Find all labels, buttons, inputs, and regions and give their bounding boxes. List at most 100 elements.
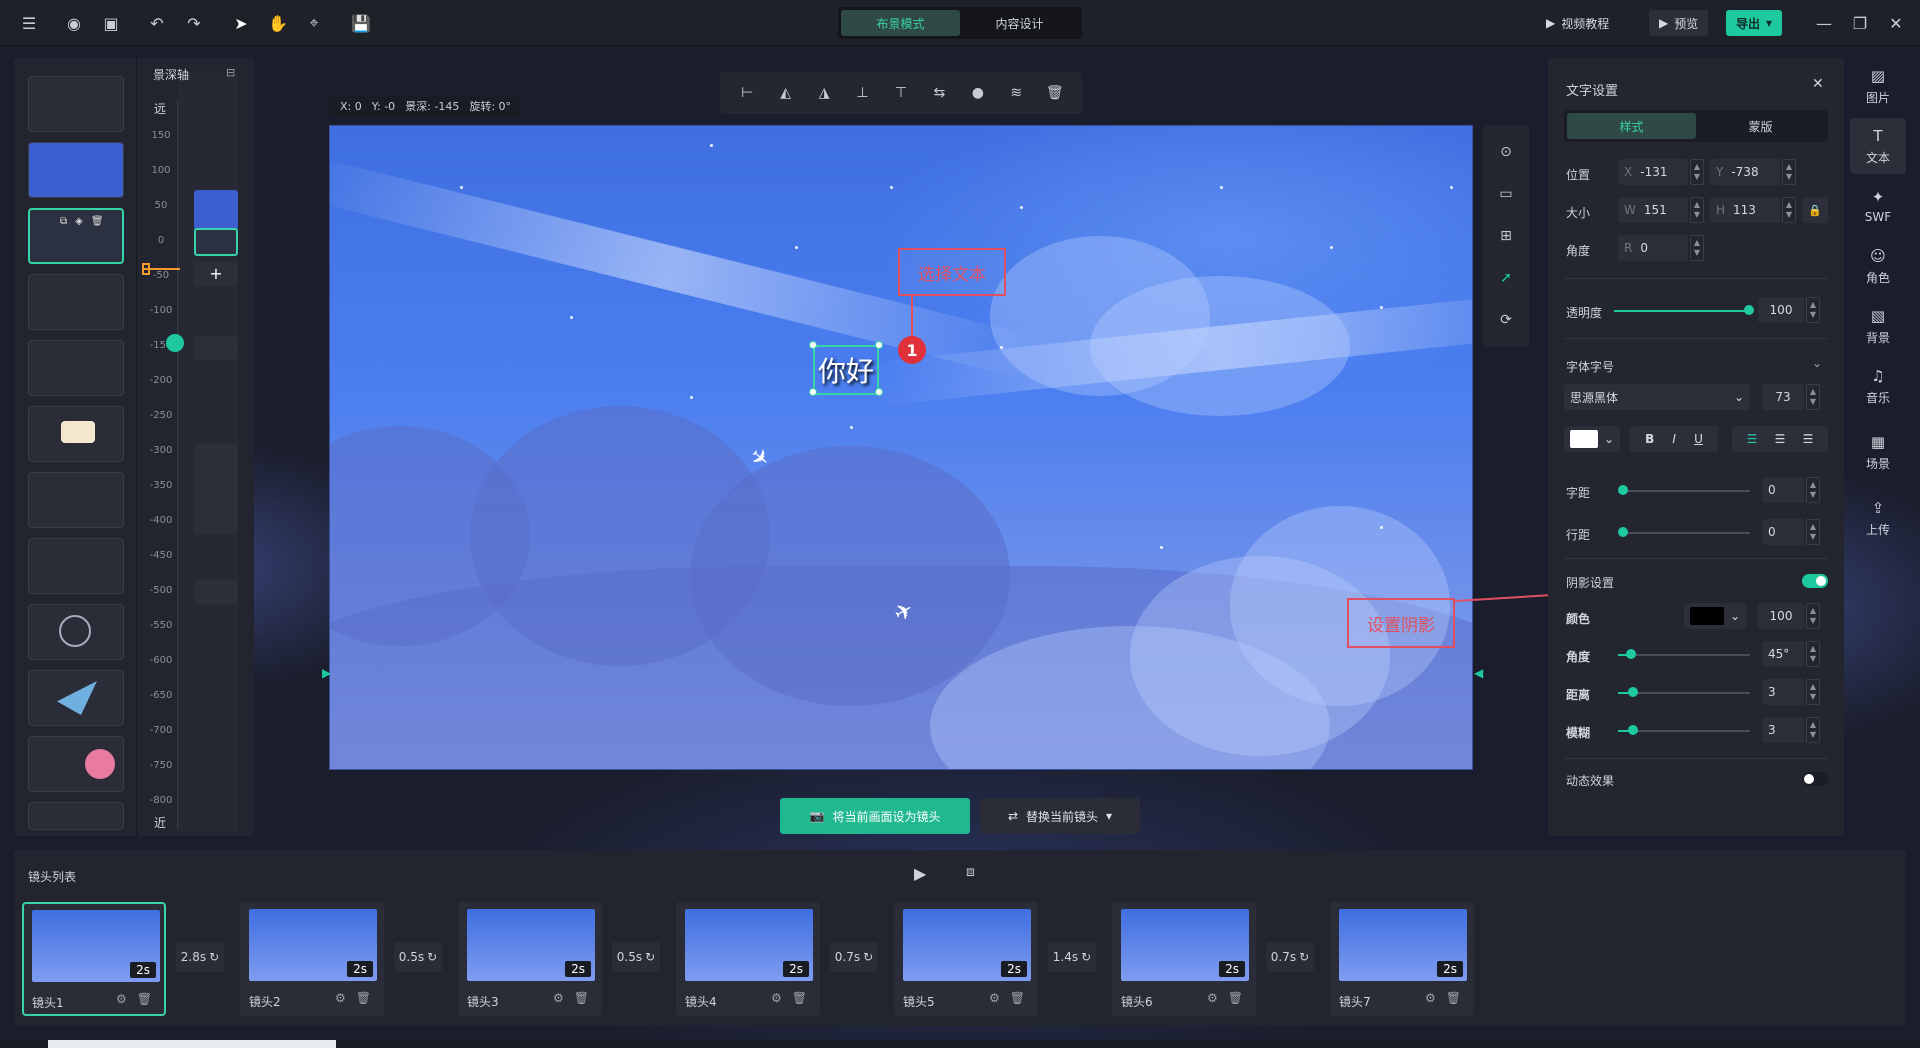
- align-right-icon[interactable]: ☰: [1803, 432, 1814, 446]
- minimize-icon[interactable]: —: [1812, 11, 1836, 35]
- layer-stack-icon[interactable]: ▭: [1494, 182, 1518, 206]
- line-spacing-input[interactable]: 0: [1762, 519, 1804, 545]
- swap-icon[interactable]: ⇆: [927, 81, 951, 105]
- layer-thumb[interactable]: [28, 340, 124, 396]
- shadow-distance-stepper[interactable]: ▲ ▼: [1806, 679, 1820, 705]
- shadow-angle-input[interactable]: 45°: [1762, 641, 1804, 667]
- settings-icon[interactable]: ⚙: [771, 991, 782, 1005]
- settings-icon[interactable]: ⚙: [1207, 991, 1218, 1005]
- layer-thumb[interactable]: [28, 736, 124, 792]
- rail-item-character[interactable]: ☺ 角色: [1850, 238, 1906, 294]
- shadow-blur-slider[interactable]: [1618, 725, 1750, 735]
- undo-icon[interactable]: ↶: [145, 11, 169, 35]
- transition-chip[interactable]: 0.7s ↻: [830, 942, 878, 972]
- delete-icon[interactable]: 🗑: [91, 216, 104, 227]
- delete-icon[interactable]: 🗑: [1446, 991, 1461, 1005]
- copy-icon[interactable]: ⧉: [60, 216, 67, 227]
- record-icon[interactable]: ◉: [62, 11, 86, 35]
- rail-item-music[interactable]: ♫ 音乐: [1850, 358, 1906, 414]
- align-top-icon[interactable]: ⊤: [889, 81, 913, 105]
- add-layer-button[interactable]: +: [194, 262, 238, 286]
- rail-item-upload[interactable]: ⇪ 上传: [1850, 490, 1906, 546]
- shadow-blur-input[interactable]: 3: [1762, 717, 1804, 743]
- collapse-icon[interactable]: ⊟: [226, 66, 235, 79]
- line-spacing-stepper[interactable]: ▲ ▼: [1806, 519, 1820, 545]
- tutorial-button[interactable]: ▶ 视频教程: [1536, 10, 1619, 36]
- transition-chip[interactable]: 0.7s ↻: [1266, 942, 1314, 972]
- layer-thumb[interactable]: [28, 76, 124, 132]
- preview-button[interactable]: ▶ 预览: [1649, 10, 1709, 36]
- settings-icon[interactable]: ⚙: [116, 992, 127, 1006]
- font-size-stepper[interactable]: ▲ ▼: [1806, 384, 1820, 410]
- shot-card[interactable]: 2s 镜头2 ⚙ 🗑: [240, 902, 384, 1016]
- export-button[interactable]: 导出 ▾: [1726, 10, 1783, 36]
- shot-card[interactable]: 2s 镜头1 ⚙ 🗑: [22, 902, 166, 1016]
- shot-card[interactable]: 2s 镜头3 ⚙ 🗑: [458, 902, 602, 1016]
- hand-icon[interactable]: ✋: [266, 11, 290, 35]
- r-stepper[interactable]: ▲ ▼: [1690, 235, 1704, 261]
- layer-thumb[interactable]: [28, 274, 124, 330]
- layer-thumb[interactable]: [28, 670, 124, 726]
- delete-icon[interactable]: 🗑: [792, 991, 807, 1005]
- transition-chip[interactable]: 1.4s ↻: [1048, 942, 1096, 972]
- redo-icon[interactable]: ↷: [182, 11, 206, 35]
- layer-thumb-selected[interactable]: ⧉ ◈ 🗑: [28, 208, 124, 264]
- x-stepper[interactable]: ▲ ▼: [1690, 159, 1704, 185]
- chevron-down-icon[interactable]: ⌄: [1812, 356, 1822, 370]
- close-icon[interactable]: ✕: [1812, 76, 1824, 92]
- height-input[interactable]: H 113: [1710, 197, 1780, 223]
- transition-chip[interactable]: 2.8s ↻: [176, 942, 224, 972]
- layer-thumb[interactable]: [28, 802, 124, 830]
- opacity-slider[interactable]: [1614, 305, 1754, 315]
- rail-item-swf[interactable]: ✦ SWF: [1850, 178, 1906, 234]
- depth-layer-chip[interactable]: [194, 336, 238, 360]
- target-icon[interactable]: ⌖: [302, 11, 326, 35]
- align-left-icon[interactable]: ⊢: [735, 81, 759, 105]
- replace-shot-button[interactable]: ⇄ 替换当前镜头 ▾: [980, 798, 1140, 834]
- tab-content-design[interactable]: 内容设计: [960, 10, 1079, 36]
- pointer-icon[interactable]: ➤: [229, 11, 253, 35]
- rail-item-text[interactable]: T 文本: [1850, 118, 1906, 174]
- set-as-shot-button[interactable]: 📷 将当前画面设为镜头: [780, 798, 970, 834]
- selected-text-object[interactable]: 你好: [813, 345, 879, 395]
- opacity-input[interactable]: 100: [1758, 297, 1804, 323]
- delete-icon[interactable]: 🗑: [574, 991, 589, 1005]
- letter-spacing-slider[interactable]: [1618, 485, 1750, 495]
- align-bottom-icon[interactable]: ⊥: [851, 81, 875, 105]
- save-icon[interactable]: 💾: [349, 11, 373, 35]
- chevron-down-icon[interactable]: ▾: [1106, 809, 1112, 823]
- layer-thumb[interactable]: [28, 406, 124, 462]
- layer-thumb[interactable]: [28, 538, 124, 594]
- stage-canvas[interactable]: ✈ ✈: [329, 125, 1473, 770]
- layer-icon[interactable]: ◈: [75, 216, 83, 227]
- mask-icon[interactable]: ●: [966, 81, 990, 105]
- shadow-color-picker[interactable]: ⌄: [1684, 603, 1746, 629]
- view-icon[interactable]: ⊙: [1494, 140, 1518, 164]
- resize-handle[interactable]: [875, 388, 883, 396]
- h-stepper[interactable]: ▲ ▼: [1782, 197, 1796, 223]
- resize-handle[interactable]: [809, 388, 817, 396]
- rotation-input[interactable]: R0: [1618, 235, 1688, 261]
- line-spacing-slider[interactable]: [1618, 527, 1750, 537]
- shadow-blur-stepper[interactable]: ▲ ▼: [1806, 717, 1820, 743]
- menu-icon[interactable]: ☰: [17, 11, 41, 35]
- shadow-distance-slider[interactable]: [1618, 687, 1750, 697]
- underline-icon[interactable]: U: [1694, 432, 1703, 446]
- settings-icon[interactable]: ⚙: [553, 991, 564, 1005]
- depth-layer-chip[interactable]: [194, 190, 238, 230]
- camera-position-icon[interactable]: [166, 334, 184, 352]
- shot-card[interactable]: 2s 镜头7 ⚙ 🗑: [1330, 902, 1474, 1016]
- delete-icon[interactable]: 🗑: [356, 991, 371, 1005]
- delete-icon[interactable]: 🗑: [137, 992, 152, 1006]
- layer-thumb[interactable]: [28, 604, 124, 660]
- depth-layer-chip-selected[interactable]: [194, 228, 238, 256]
- rail-item-scene[interactable]: ▦ 场景: [1850, 424, 1906, 480]
- shot-card[interactable]: 2s 镜头5 ⚙ 🗑: [894, 902, 1038, 1016]
- rail-item-background[interactable]: ▧ 背景: [1850, 298, 1906, 354]
- depth-layer-group[interactable]: [194, 444, 238, 534]
- shadow-toggle[interactable]: [1802, 574, 1828, 588]
- delete-icon[interactable]: 🗑: [1043, 81, 1067, 105]
- restore-icon[interactable]: ❐: [1848, 11, 1872, 35]
- close-window-icon[interactable]: ✕: [1884, 11, 1908, 35]
- settings-icon[interactable]: ⚙: [1425, 991, 1436, 1005]
